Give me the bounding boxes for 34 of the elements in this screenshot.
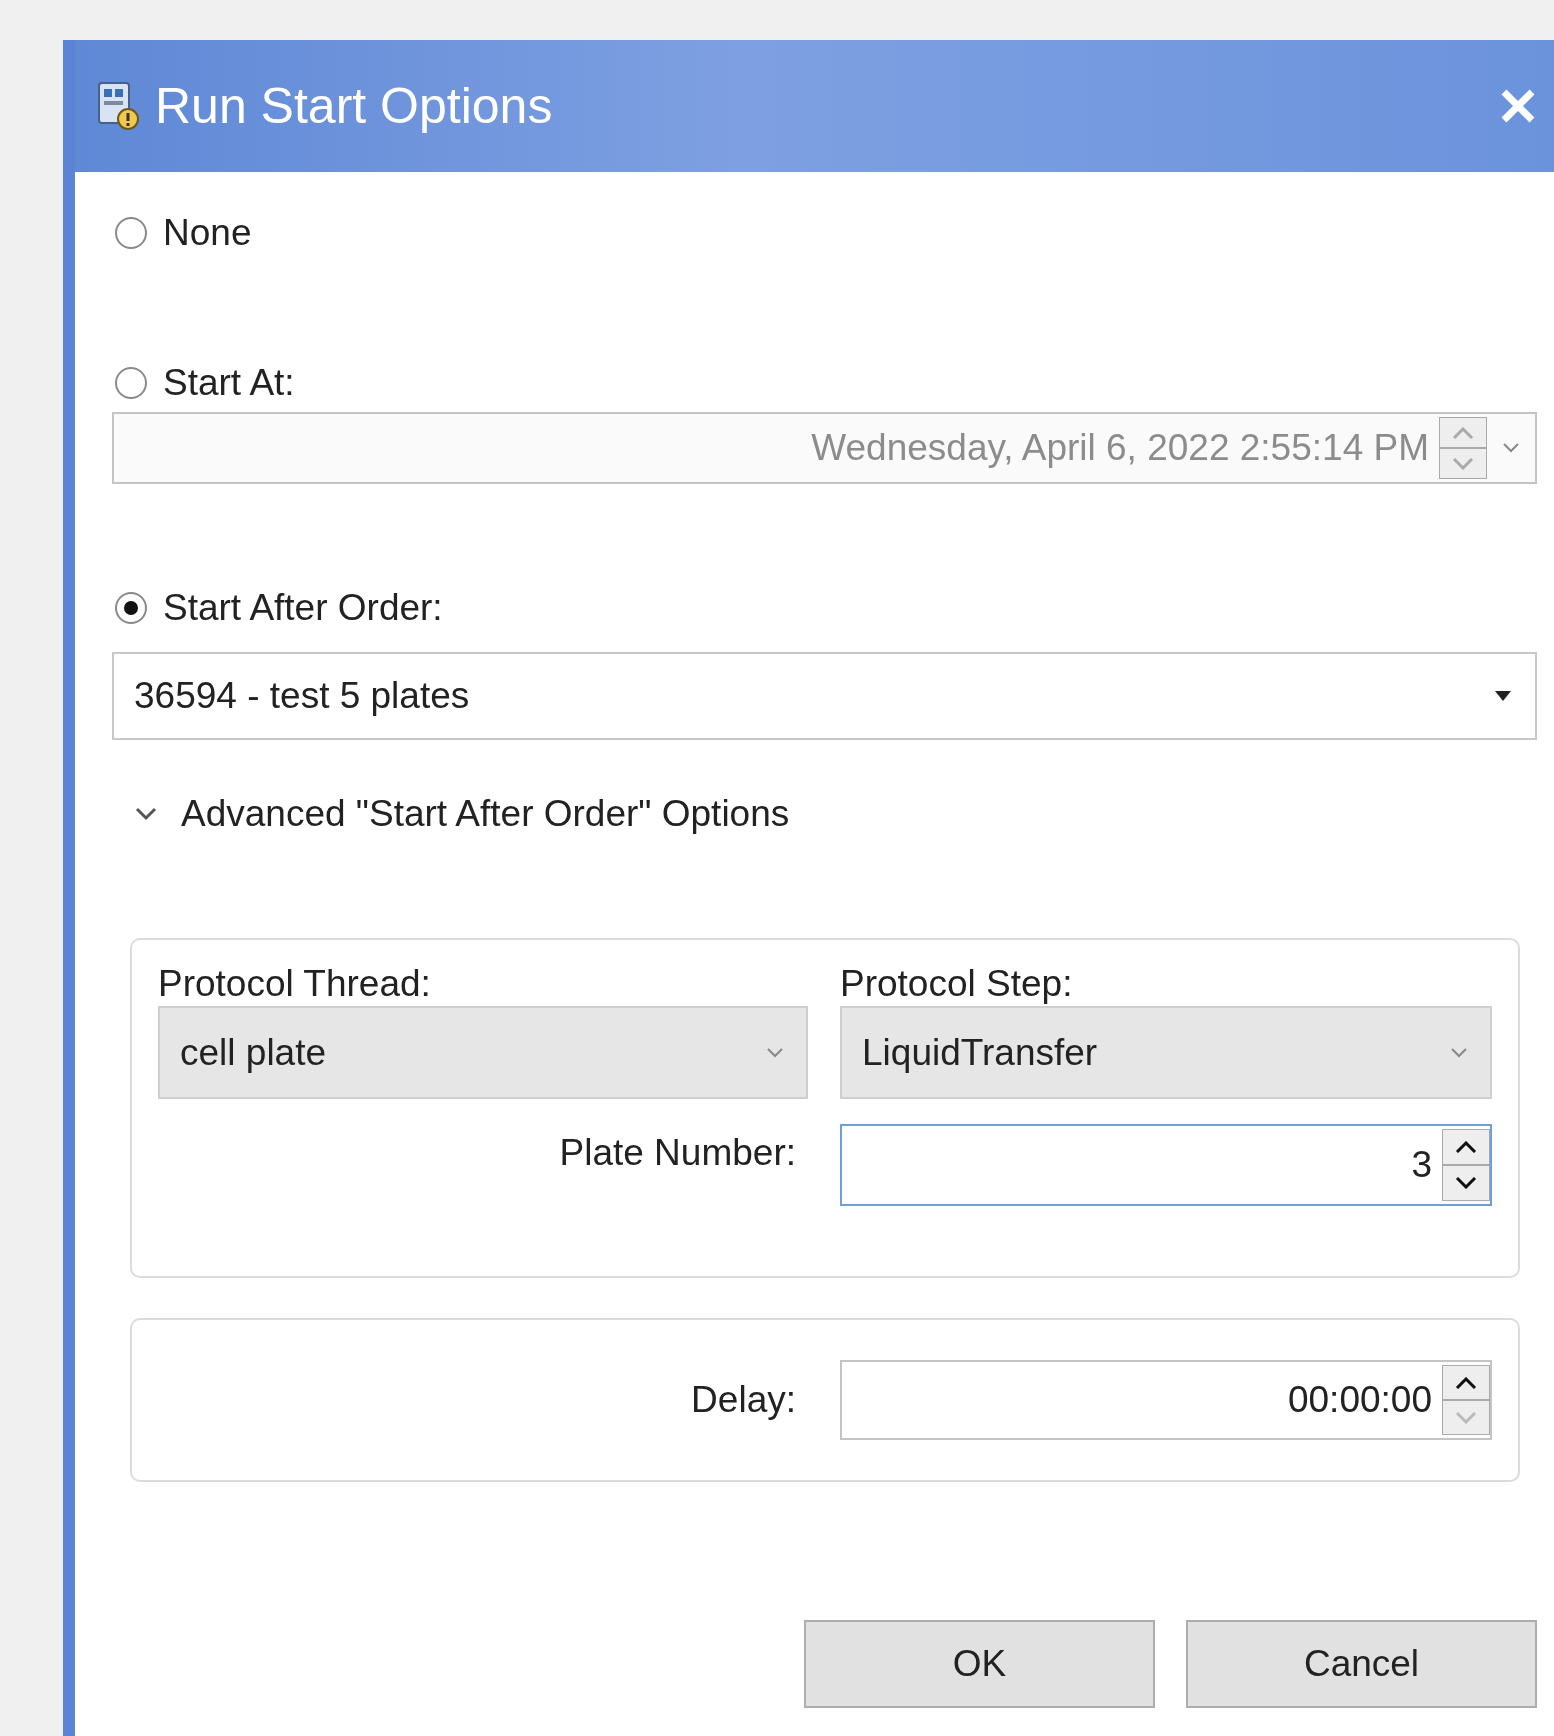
caret-up-icon — [1452, 426, 1474, 439]
radio-label: Start At: — [163, 362, 295, 404]
expander-label[interactable]: Advanced "Start After Order" Options — [181, 793, 790, 835]
radio-label: None — [163, 212, 252, 254]
close-icon[interactable] — [1500, 88, 1536, 124]
number-field[interactable]: 3 — [840, 1124, 1492, 1206]
caret-up-icon — [1455, 1141, 1477, 1153]
dialog-button[interactable]: OK — [804, 1620, 1155, 1708]
radio-button[interactable] — [115, 217, 147, 249]
thread-dropdown[interactable]: cell plate — [158, 1006, 808, 1099]
field-label: Delay: — [691, 1379, 797, 1421]
spin-down-button[interactable] — [1442, 1165, 1490, 1201]
caret-up-icon — [1455, 1376, 1477, 1389]
order-dropdown[interactable]: 36594 - test 5 plates — [112, 652, 1537, 740]
radio-label: Start After Order: — [163, 587, 443, 629]
step-dropdown[interactable]: LiquidTransfer — [840, 1006, 1492, 1099]
dialog-button[interactable]: Cancel — [1186, 1620, 1537, 1708]
caret-down-icon — [1452, 457, 1474, 470]
spin-up-button[interactable] — [1442, 1365, 1490, 1400]
radio-button[interactable] — [115, 592, 147, 624]
spin-up-button[interactable] — [1442, 1129, 1490, 1165]
app-icon — [95, 81, 141, 131]
field-label: Protocol Thread: — [158, 963, 432, 1005]
caret-icon — [766, 1046, 784, 1059]
caret-icon — [1493, 690, 1513, 702]
caret-down-icon — [1455, 1411, 1477, 1424]
field-label: Plate Number: — [559, 1131, 797, 1174]
caret-icon — [1450, 1046, 1468, 1059]
caret-down-icon — [1455, 1177, 1477, 1189]
radio-button[interactable] — [115, 367, 147, 399]
chevron-icon[interactable] — [135, 807, 157, 821]
window-title: Run Start Options — [155, 77, 554, 135]
field-label: Protocol Step: — [840, 963, 1074, 1005]
time-field[interactable]: 00:00:00 — [840, 1360, 1492, 1440]
